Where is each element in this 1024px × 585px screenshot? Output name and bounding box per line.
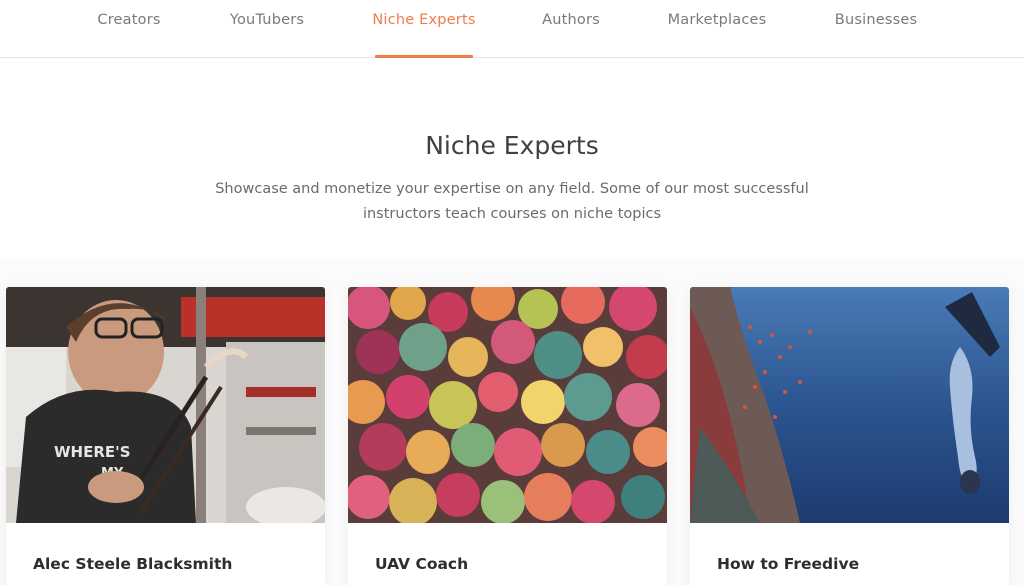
aerial-autumn-forest-photo [348, 287, 667, 523]
tab-creators[interactable]: Creators [97, 0, 161, 58]
blacksmith-photo: WHERE'S MY [6, 287, 325, 523]
active-tab-indicator [375, 55, 473, 58]
tab-label: Niche Experts [372, 12, 476, 28]
tab-marketplaces[interactable]: Marketplaces [667, 0, 767, 58]
tab-label: Authors [542, 12, 600, 28]
card-title: How to Freedive [717, 555, 860, 573]
tab-label: Marketplaces [667, 12, 767, 28]
section-subtitle: Showcase and monetize your expertise on … [212, 177, 812, 227]
card-title: Alec Steele Blacksmith [33, 555, 233, 573]
course-card-uav-coach[interactable]: UAV Coach [348, 287, 667, 585]
tab-label: YouTubers [229, 12, 305, 28]
subtitle-line: Showcase and monetize your expertise on … [215, 181, 809, 197]
tab-label: Creators [97, 12, 161, 28]
tab-authors[interactable]: Authors [542, 0, 600, 58]
top-navigation: Creators YouTubers Niche Experts Authors… [0, 0, 1024, 58]
course-card-freedive[interactable]: How to Freedive [690, 287, 1009, 585]
tab-label: Businesses [834, 12, 918, 28]
card-title: UAV Coach [375, 555, 469, 573]
tab-niche-experts[interactable]: Niche Experts [372, 0, 476, 58]
tab-businesses[interactable]: Businesses [834, 0, 918, 58]
course-card-alec-steele[interactable]: WHERE'S MY Alec Steele Blacksmith [6, 287, 325, 585]
subtitle-line: instructors teach courses on niche topic… [362, 206, 662, 222]
section-title: Niche Experts [425, 131, 599, 160]
freediver-underwater-photo [690, 287, 1009, 523]
tab-youtubers[interactable]: YouTubers [229, 0, 305, 58]
svg-text:WHERE'S: WHERE'S [54, 443, 131, 461]
